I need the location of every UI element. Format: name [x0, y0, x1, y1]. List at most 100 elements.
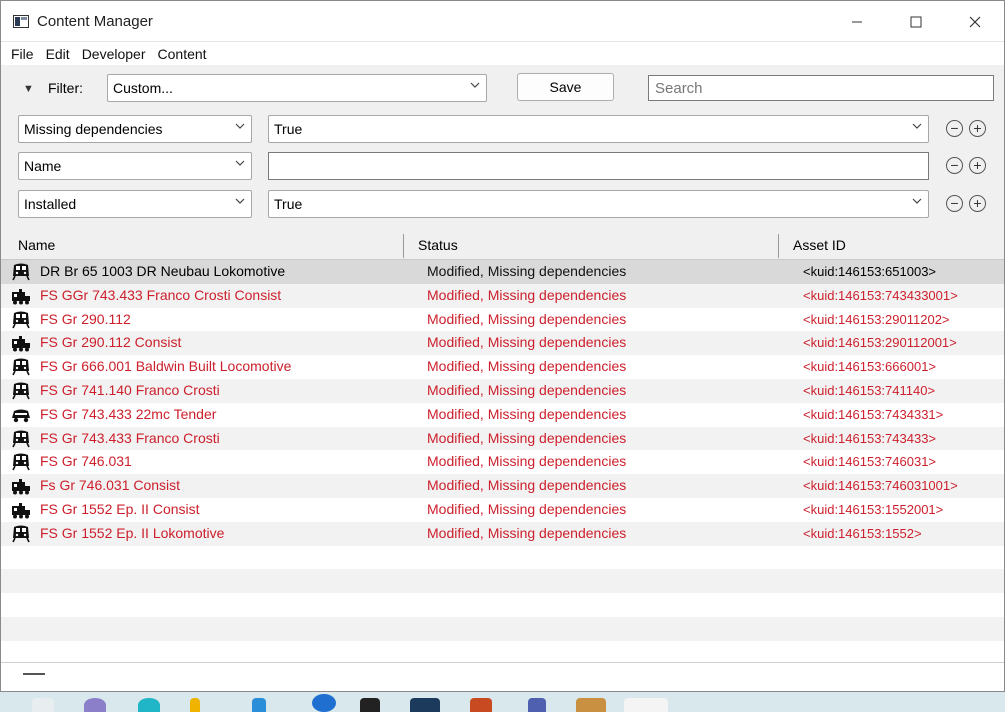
- close-button[interactable]: [945, 1, 1004, 42]
- table-row[interactable]: FS Gr 666.001 Baldwin Built Locomotive Mo…: [1, 355, 1004, 379]
- asset-name: FS Gr 1552 Ep. II Consist: [40, 500, 200, 517]
- table-row[interactable]: Fs Gr 746.031 Consist Modified, Missing d…: [1, 474, 1004, 498]
- minimize-button[interactable]: [827, 1, 886, 42]
- taskbar-app-icon[interactable]: [470, 698, 492, 712]
- menu-file[interactable]: File: [5, 46, 40, 62]
- table-row[interactable]: FS Gr 743.433 22mc Tender Modified, Missi…: [1, 403, 1004, 427]
- table-row[interactable]: FS Gr 743.433 Franco Crosti Modified, Mis…: [1, 426, 1004, 451]
- taskbar-app-icon[interactable]: [576, 698, 606, 712]
- asset-kuid: <kuid:146153:746031>: [803, 454, 937, 470]
- asset-status: Modified, Missing dependencies: [427, 381, 627, 398]
- taskbar-app-icon[interactable]: [410, 698, 440, 712]
- maximize-icon: [910, 16, 921, 27]
- filter-rule-value: True: [274, 196, 303, 212]
- title-bar[interactable]: Content Manager: [1, 1, 1004, 42]
- asset-name: FS Gr 1552 Ep. II Lokomotive: [40, 524, 225, 541]
- column-header-status[interactable]: Status: [418, 237, 458, 253]
- asset-status: Modified, Missing dependencies: [427, 524, 627, 541]
- asset-status: Modified, Missing dependencies: [427, 286, 627, 303]
- asset-kuid: <kuid:146153:1552>: [803, 525, 922, 541]
- menu-developer[interactable]: Developer: [76, 46, 152, 62]
- consist-icon: [11, 477, 31, 495]
- table-row[interactable]: DR Br 65 1003 DR Neubau Lokomotive Modifi…: [1, 260, 1004, 284]
- asset-kuid: <kuid:146153:666001>: [803, 359, 937, 375]
- taskbar-active-app-icon[interactable]: [624, 698, 668, 712]
- taskbar-app-icon[interactable]: [84, 698, 106, 712]
- list-rows: DR Br 65 1003 DR Neubau Lokomotive Modifi…: [1, 260, 1004, 665]
- chevron-down-icon: [235, 160, 245, 166]
- filter-rule-field-dropdown[interactable]: Missing dependencies: [18, 115, 252, 143]
- asset-status: Modified, Missing dependencies: [427, 429, 627, 446]
- taskbar-app-icon[interactable]: [528, 698, 546, 712]
- table-row[interactable]: FS GGr 743.433 Franco Crosti Consist Modi…: [1, 283, 1004, 308]
- locomotive-icon: [11, 311, 31, 329]
- asset-status: Modified, Missing dependencies: [427, 477, 627, 494]
- asset-status: Modified, Missing dependencies: [427, 310, 627, 327]
- empty-row: [1, 569, 1004, 594]
- menu-content[interactable]: Content: [152, 46, 213, 62]
- table-row[interactable]: FS Gr 1552 Ep. II Lokomotive Modified, Mi…: [1, 521, 1004, 546]
- table-row[interactable]: FS Gr 290.112 Consist Modified, Missing d…: [1, 331, 1004, 356]
- asset-kuid: <kuid:146153:7434331>: [803, 406, 944, 422]
- taskbar-app-icon[interactable]: [138, 698, 160, 712]
- chevron-down-icon: [470, 82, 480, 88]
- asset-status: Modified, Missing dependencies: [427, 358, 627, 375]
- locomotive-icon: [11, 430, 31, 448]
- asset-kuid: <kuid:146153:29011202>: [803, 311, 950, 327]
- filter-preset-value: Custom...: [113, 80, 173, 96]
- taskbar-app-icon[interactable]: [32, 698, 54, 712]
- collapse-filter-icon[interactable]: ▼: [23, 83, 34, 95]
- consist-icon: [11, 287, 31, 305]
- menu-edit[interactable]: Edit: [40, 46, 76, 62]
- add-rule-button[interactable]: +: [969, 195, 986, 212]
- filter-rule-field-dropdown[interactable]: Installed: [18, 190, 252, 218]
- taskbar-app-icon[interactable]: [360, 698, 380, 712]
- column-divider[interactable]: [778, 234, 779, 258]
- collapse-handle-icon[interactable]: [23, 673, 45, 675]
- asset-name: FS Gr 743.433 22mc Tender: [40, 405, 217, 422]
- empty-row: [1, 593, 1004, 617]
- column-divider[interactable]: [403, 234, 404, 258]
- filter-rule-field-value: Missing dependencies: [24, 121, 163, 137]
- asset-name: FS Gr 666.001 Baldwin Built Locomotive: [40, 358, 292, 375]
- column-header-name[interactable]: Name: [18, 237, 55, 253]
- asset-name: FS GGr 743.433 Franco Crosti Consist: [40, 286, 282, 303]
- filter-rule-value-dropdown[interactable]: True: [268, 190, 929, 218]
- column-header-asset-id[interactable]: Asset ID: [793, 237, 846, 253]
- filter-preset-dropdown[interactable]: Custom...: [107, 74, 487, 102]
- maximize-button[interactable]: [886, 1, 945, 42]
- filter-rule-value-dropdown[interactable]: True: [268, 115, 929, 143]
- taskbar-app-icon[interactable]: [252, 698, 266, 712]
- consist-icon: [11, 334, 31, 352]
- table-row[interactable]: FS Gr 741.140 Franco Crosti Modified, Mis…: [1, 378, 1004, 403]
- remove-rule-button[interactable]: −: [946, 157, 963, 174]
- filter-rule-field-dropdown[interactable]: Name: [18, 152, 252, 180]
- tender-icon: [11, 406, 31, 424]
- filter-rule-field-value: Name: [24, 158, 62, 174]
- remove-rule-button[interactable]: −: [946, 195, 963, 212]
- filter-panel: ▼ Filter: Custom... Save Search Missing …: [1, 65, 1004, 231]
- chevron-down-icon: [912, 198, 922, 204]
- search-input[interactable]: Search: [648, 75, 994, 101]
- locomotive-icon: [11, 382, 31, 400]
- chevron-down-icon: [235, 198, 245, 204]
- table-row[interactable]: FS Gr 1552 Ep. II Consist Modified, Missi…: [1, 498, 1004, 522]
- add-rule-button[interactable]: +: [969, 157, 986, 174]
- asset-status: Modified, Missing dependencies: [427, 500, 627, 517]
- asset-name: FS Gr 741.140 Franco Crosti: [40, 381, 220, 398]
- add-rule-button[interactable]: +: [969, 120, 986, 137]
- table-row[interactable]: FS Gr 746.031 Modified, Missing dependenc…: [1, 450, 1004, 474]
- taskbar-app-icon[interactable]: [312, 694, 336, 712]
- locomotive-icon: [11, 453, 31, 471]
- save-button[interactable]: Save: [517, 73, 614, 101]
- asset-kuid: <kuid:146153:746031001>: [803, 478, 958, 494]
- locomotive-icon: [11, 263, 31, 281]
- filter-rule-name-input[interactable]: [268, 152, 929, 180]
- asset-list[interactable]: Name Status Asset ID DR Br 65 1003 DR Ne…: [1, 232, 1004, 682]
- table-row[interactable]: FS Gr 290.112 Modified, Missing dependenc…: [1, 308, 1004, 332]
- asset-name: Fs Gr 746.031 Consist: [40, 477, 181, 494]
- taskbar: [0, 692, 1005, 712]
- taskbar-app-icon[interactable]: [190, 698, 200, 712]
- remove-rule-button[interactable]: −: [946, 120, 963, 137]
- empty-row: [1, 616, 1004, 641]
